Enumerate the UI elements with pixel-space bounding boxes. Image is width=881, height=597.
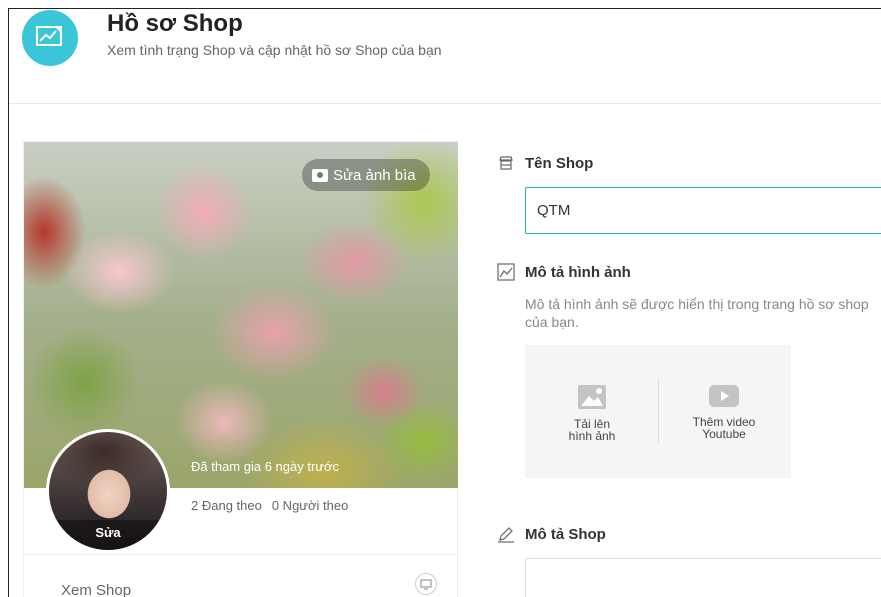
media-divider bbox=[658, 379, 659, 443]
shop-name-label-row: Tên Shop bbox=[497, 154, 593, 172]
upload-image-label-2: hình ảnh bbox=[568, 429, 616, 443]
joined-text: Đã tham gia 6 ngày trước bbox=[191, 459, 340, 474]
page-subtitle: Xem tình trạng Shop và cập nhật hồ sơ Sh… bbox=[107, 42, 442, 58]
header-divider bbox=[9, 103, 881, 104]
edit-avatar-button[interactable]: Sửa bbox=[49, 520, 167, 550]
monitor-icon[interactable] bbox=[415, 573, 437, 595]
upload-image-button[interactable]: Tải lên hình ảnh bbox=[537, 385, 647, 442]
shop-desc-textarea[interactable] bbox=[525, 558, 881, 597]
youtube-icon bbox=[709, 385, 739, 407]
add-video-label-2: Youtube bbox=[702, 427, 746, 441]
edit-cover-button[interactable]: Sửa ảnh bìa bbox=[302, 159, 430, 191]
page-title: Hồ sơ Shop bbox=[107, 10, 243, 37]
card-divider bbox=[24, 554, 458, 555]
media-upload-box: Tải lên hình ảnh Thêm video Youtube bbox=[525, 345, 791, 478]
store-icon bbox=[497, 154, 515, 172]
shop-profile-page: Hồ sơ Shop Xem tình trạng Shop và cập nh… bbox=[8, 8, 881, 597]
followers-count[interactable]: 0 Người theo bbox=[272, 498, 349, 513]
picture-icon bbox=[578, 385, 606, 409]
edit-cover-label: Sửa ảnh bìa bbox=[333, 166, 416, 184]
add-video-button[interactable]: Thêm video Youtube bbox=[669, 385, 779, 440]
shop-desc-label-row: Mô tả Shop bbox=[497, 525, 606, 543]
profile-card: Sửa ảnh bìa Đã tham gia 6 ngày trước Sửa… bbox=[23, 141, 458, 597]
image-desc-label-row: Mô tả hình ảnh bbox=[497, 263, 631, 281]
image-desc-help: Mô tả hình ảnh sẽ được hiển thị trong tr… bbox=[525, 296, 869, 330]
view-shop-link[interactable]: Xem Shop bbox=[61, 582, 131, 597]
shop-name-input[interactable] bbox=[525, 187, 881, 234]
image-icon bbox=[497, 263, 515, 281]
shop-name-label: Tên Shop bbox=[525, 154, 594, 172]
chart-icon bbox=[22, 10, 78, 66]
avatar[interactable]: Sửa bbox=[46, 429, 170, 553]
shop-desc-label: Mô tả Shop bbox=[525, 525, 606, 543]
following-count[interactable]: 2 Đang theo bbox=[191, 498, 262, 513]
follow-stats: 2 Đang theo 0 Người theo bbox=[191, 498, 348, 513]
image-desc-label: Mô tả hình ảnh bbox=[525, 263, 631, 281]
camera-icon bbox=[312, 168, 328, 182]
pencil-icon bbox=[497, 525, 515, 543]
